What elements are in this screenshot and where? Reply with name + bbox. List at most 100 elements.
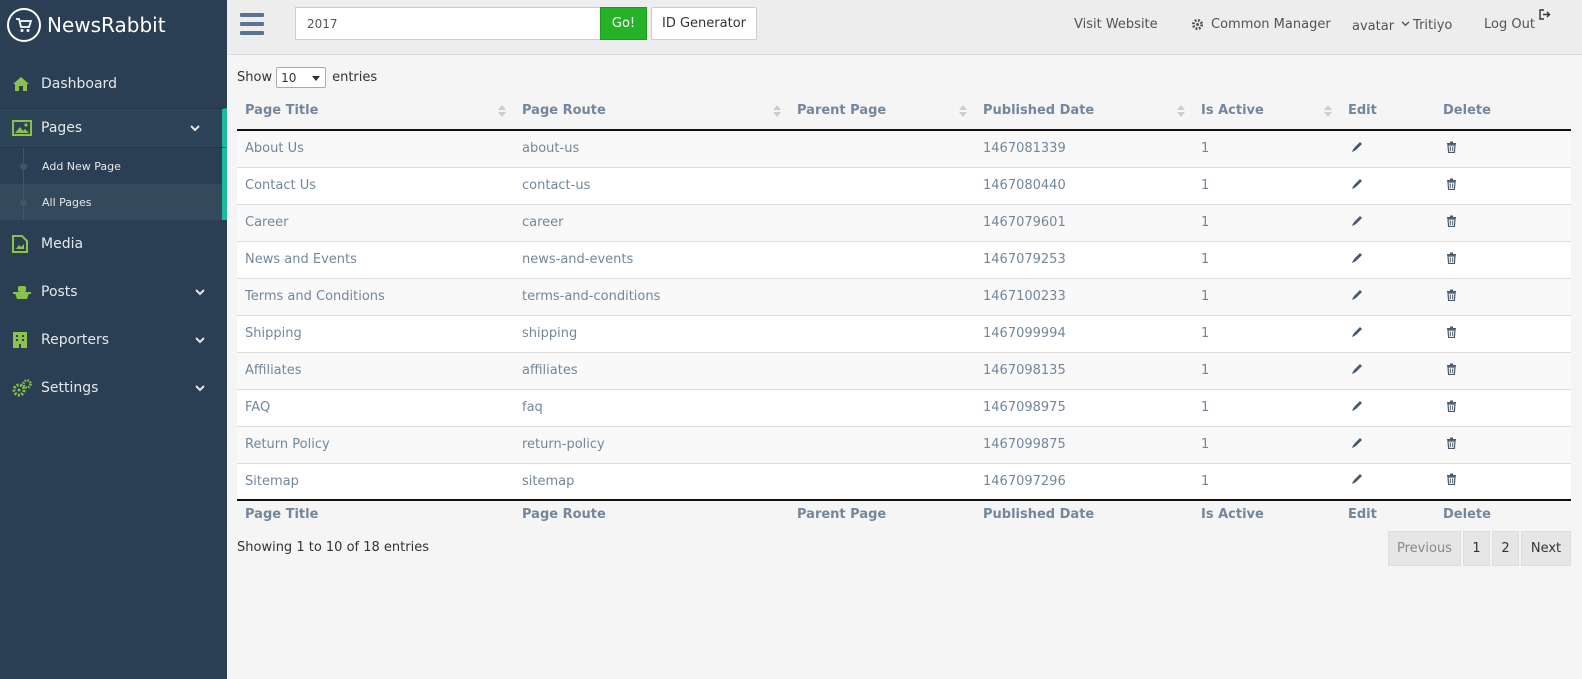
trash-icon[interactable] [1446, 363, 1457, 379]
cell-page-route: about-us [514, 129, 789, 167]
sidebar-item-media[interactable]: Media [0, 220, 227, 268]
edit-icon[interactable] [1351, 215, 1363, 231]
cell-is-active: 1 [1193, 166, 1340, 204]
cell-published-date: 1467079253 [975, 240, 1193, 278]
trash-icon[interactable] [1446, 178, 1457, 194]
visit-website-link[interactable]: Visit Website [1074, 17, 1158, 32]
user-menu[interactable]: avatar Tritiyo [1352, 18, 1453, 34]
table-row: News and Events news-and-events 1467079253… [237, 240, 1571, 278]
sidebar-item-dashboard[interactable]: Dashboard [0, 60, 227, 108]
delete-cell [1435, 240, 1571, 278]
sidebar-item-settings[interactable]: Settings [0, 364, 227, 412]
sidebar-item-pages[interactable]: Pages [0, 108, 227, 148]
column-footer: Published Date [975, 499, 1193, 528]
cell-page-title[interactable]: FAQ [237, 388, 514, 426]
column-footer: Page Title [237, 499, 514, 528]
trash-icon[interactable] [1446, 473, 1457, 489]
trash-icon[interactable] [1446, 289, 1457, 305]
edit-cell [1340, 462, 1435, 500]
trash-icon[interactable] [1446, 141, 1457, 157]
column-header[interactable]: Parent Page [789, 92, 975, 131]
submenu-item-all-pages[interactable]: All Pages [0, 184, 222, 220]
page-length-select[interactable]: 10 [276, 67, 327, 88]
cell-is-active: 1 [1193, 351, 1340, 389]
table-row: Return Policy return-policy 1467099875 1 [237, 425, 1571, 463]
cell-parent-page [789, 388, 975, 426]
cell-page-title[interactable]: Shipping [237, 314, 514, 352]
sidebar-item-posts[interactable]: Posts [0, 268, 227, 316]
cell-parent-page [789, 203, 975, 241]
sidebar-item-label: Reporters [41, 332, 110, 348]
search-input[interactable] [295, 7, 601, 40]
table-row: FAQ faq 1467098975 1 [237, 388, 1571, 426]
cell-is-active: 1 [1193, 314, 1340, 352]
user-name: Tritiyo [1413, 18, 1453, 33]
cell-is-active: 1 [1193, 277, 1340, 315]
sort-icon [1324, 105, 1332, 117]
edit-icon[interactable] [1351, 326, 1363, 342]
cell-page-title[interactable]: Return Policy [237, 425, 514, 463]
column-footer: Parent Page [789, 499, 975, 528]
column-header[interactable]: Published Date [975, 92, 1193, 131]
cell-parent-page [789, 240, 975, 278]
table-header-row: Page Title Page Route Parent Page Publis… [237, 92, 1571, 131]
column-header[interactable]: Page Title [237, 92, 514, 131]
edit-cell [1340, 388, 1435, 426]
cell-page-route: news-and-events [514, 240, 789, 278]
chevron-down-icon [195, 380, 205, 396]
brand[interactable]: NewsRabbit [0, 0, 227, 50]
edit-icon[interactable] [1351, 141, 1363, 157]
edit-icon[interactable] [1351, 289, 1363, 305]
menu-toggle-icon[interactable] [240, 13, 264, 35]
edit-cell [1340, 277, 1435, 315]
trash-icon[interactable] [1446, 215, 1457, 231]
delete-cell [1435, 129, 1571, 167]
id-generator-button[interactable]: ID Generator [651, 7, 757, 40]
pages-submenu: Add New Page All Pages [0, 148, 227, 220]
trash-icon[interactable] [1446, 252, 1457, 268]
gears-icon [12, 379, 36, 397]
sort-icon [1177, 105, 1185, 117]
previous-button[interactable]: Previous [1388, 531, 1461, 566]
cell-published-date: 1467079601 [975, 203, 1193, 241]
cell-page-title[interactable]: Sitemap [237, 462, 514, 500]
column-header[interactable]: Page Route [514, 92, 789, 131]
cell-is-active: 1 [1193, 425, 1340, 463]
edit-icon[interactable] [1351, 363, 1363, 379]
edit-icon[interactable] [1351, 473, 1363, 489]
trash-icon[interactable] [1446, 326, 1457, 342]
delete-cell [1435, 203, 1571, 241]
trash-icon[interactable] [1446, 437, 1457, 453]
table-row: Contact Us contact-us 1467080440 1 [237, 166, 1571, 204]
cell-page-title[interactable]: Contact Us [237, 166, 514, 204]
cell-page-route: sitemap [514, 462, 789, 500]
cell-page-title[interactable]: Affiliates [237, 351, 514, 389]
cell-page-title[interactable]: News and Events [237, 240, 514, 278]
edit-icon[interactable] [1351, 400, 1363, 416]
edit-icon[interactable] [1351, 252, 1363, 268]
cell-page-title[interactable]: Terms and Conditions [237, 277, 514, 315]
trash-icon[interactable] [1446, 400, 1457, 416]
cell-page-title[interactable]: Career [237, 203, 514, 241]
edit-icon[interactable] [1351, 178, 1363, 194]
page-2-button[interactable]: 2 [1492, 531, 1519, 566]
cell-published-date: 1467081339 [975, 129, 1193, 167]
go-button[interactable]: Go! [600, 7, 647, 40]
cell-page-title[interactable]: About Us [237, 129, 514, 167]
sidebar-item-reporters[interactable]: Reporters [0, 316, 227, 364]
column-header[interactable]: Is Active [1193, 92, 1340, 131]
cell-is-active: 1 [1193, 462, 1340, 500]
common-manager-link[interactable]: Common Manager [1191, 17, 1331, 32]
edit-icon[interactable] [1351, 437, 1363, 453]
submenu-item-add-new-page[interactable]: Add New Page [0, 148, 222, 184]
cell-page-route: terms-and-conditions [514, 277, 789, 315]
sort-icon [959, 105, 967, 117]
logout-link[interactable]: Log Out [1484, 9, 1551, 32]
cell-parent-page [789, 277, 975, 315]
page-length-control: Show 10 entries [237, 67, 377, 88]
cart-icon [7, 8, 41, 42]
next-button[interactable]: Next [1521, 531, 1571, 566]
common-manager-label: Common Manager [1211, 17, 1331, 32]
brand-name: NewsRabbit [47, 13, 166, 37]
page-1-button[interactable]: 1 [1463, 531, 1490, 566]
